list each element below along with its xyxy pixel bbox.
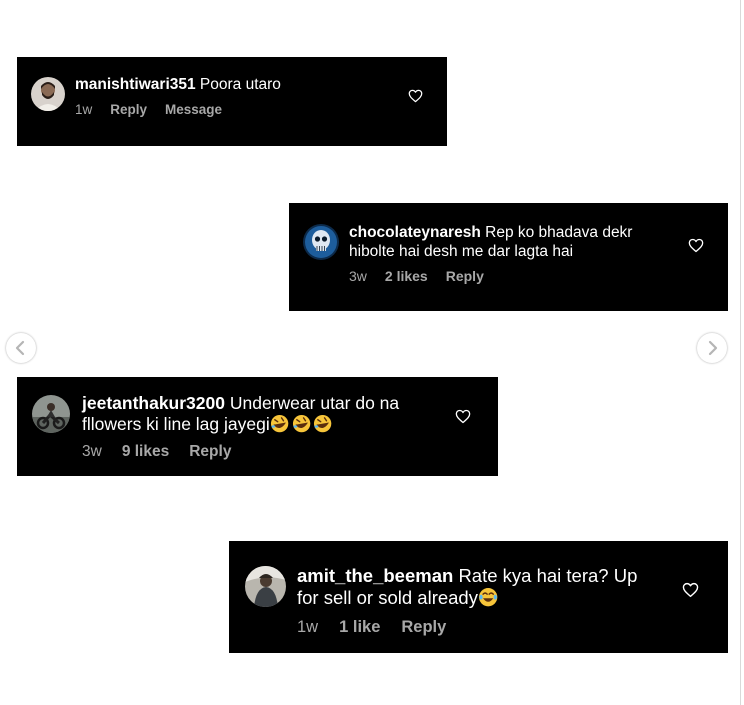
comment-card-amit_the_beeman: amit_the_beeman Rate kya hai tera? Up fo… — [229, 541, 728, 653]
user-avatar[interactable] — [245, 566, 286, 607]
comment-meta: 1w Reply Message — [75, 102, 240, 117]
user-avatar[interactable] — [32, 395, 70, 433]
page-edge-divider — [740, 0, 741, 705]
comment-text: chocolateynaresh Rep ko bhadava dekr hib… — [349, 223, 679, 261]
reply-button[interactable]: Reply — [110, 102, 147, 117]
comment-username[interactable]: amit_the_beeman — [297, 565, 453, 586]
reply-button[interactable]: Reply — [189, 443, 231, 461]
user-avatar[interactable] — [31, 77, 65, 111]
heart-outline-icon[interactable] — [408, 89, 423, 103]
likes-count[interactable]: 1 like — [339, 618, 380, 637]
comment-text: amit_the_beeman Rate kya hai tera? Up fo… — [297, 565, 667, 609]
rolling-laughing-emoji — [313, 414, 332, 433]
rolling-laughing-emoji — [292, 414, 311, 433]
comment-meta: 1w 1 like Reply — [297, 618, 467, 637]
comment-meta: 3w 2 likes Reply — [349, 268, 502, 284]
comment-timestamp: 3w — [82, 443, 102, 460]
comment-meta: 3w 9 likes Reply — [82, 443, 251, 461]
tears-of-joy-emoji — [478, 587, 498, 607]
likes-count[interactable]: 2 likes — [385, 268, 428, 284]
comment-timestamp: 1w — [75, 102, 93, 117]
comment-card-jeetanthakur3200: jeetanthakur3200 Underwear utar do na fl… — [17, 377, 498, 476]
likes-count[interactable]: 9 likes — [122, 443, 169, 461]
comment-card-manishtiwari351: manishtiwari351 Poora utaro 1w Reply Mes… — [17, 57, 447, 146]
comment-body: Poora utaro — [199, 76, 281, 93]
reply-button[interactable]: Reply — [446, 268, 484, 284]
prev-slide-button[interactable] — [6, 333, 36, 363]
message-button[interactable]: Message — [165, 102, 222, 117]
comment-username[interactable]: manishtiwari351 — [75, 76, 196, 93]
comment-timestamp: 3w — [349, 268, 367, 284]
comment-text: jeetanthakur3200 Underwear utar do na fl… — [82, 393, 462, 435]
comment-username[interactable]: jeetanthakur3200 — [82, 393, 225, 413]
heart-outline-icon[interactable] — [688, 238, 704, 253]
rolling-laughing-emoji — [270, 414, 289, 433]
heart-outline-icon[interactable] — [682, 582, 699, 598]
comment-text: manishtiwari351 Poora utaro — [75, 75, 425, 95]
reply-button[interactable]: Reply — [401, 618, 446, 637]
chevron-right-icon — [708, 340, 718, 356]
user-avatar[interactable] — [303, 224, 339, 260]
heart-outline-icon[interactable] — [455, 409, 471, 424]
chevron-left-icon — [15, 340, 25, 356]
comment-timestamp: 1w — [297, 618, 319, 636]
next-slide-button[interactable] — [697, 333, 727, 363]
comment-username[interactable]: chocolateynaresh — [349, 224, 481, 241]
comment-card-chocolateynaresh: chocolateynaresh Rep ko bhadava dekr hib… — [289, 203, 728, 311]
